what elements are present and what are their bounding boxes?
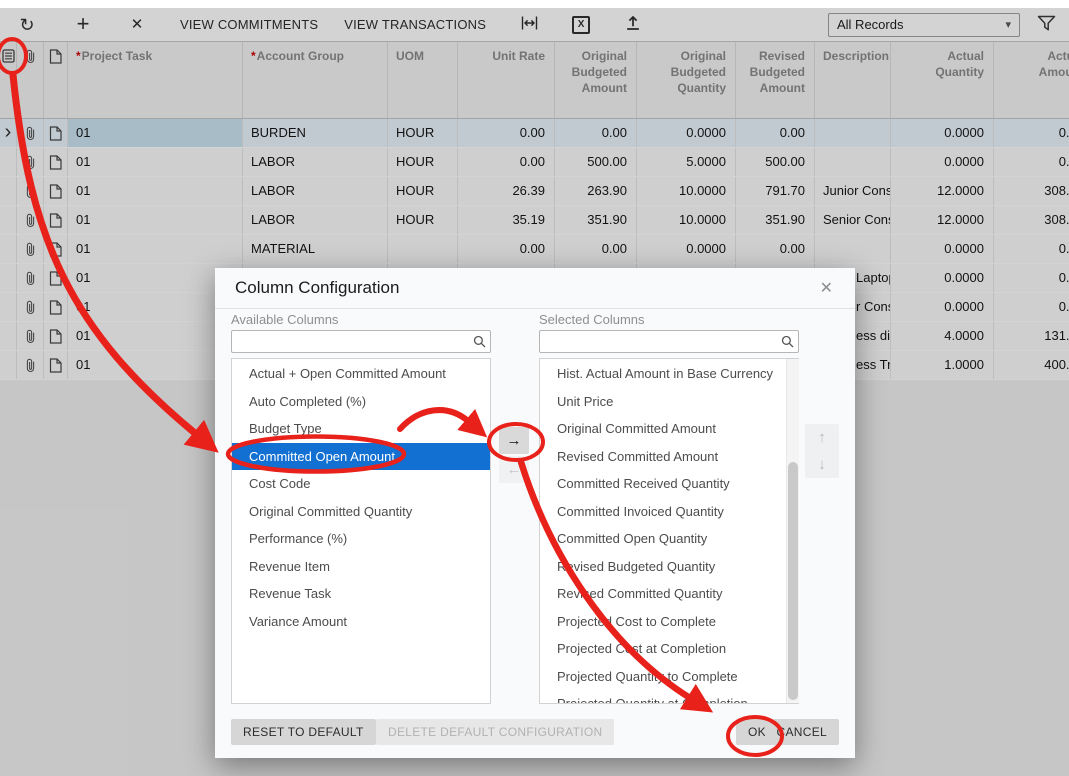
selected-column-item[interactable]: Committed Open Quantity <box>540 525 798 553</box>
move-down-button[interactable]: ↓ <box>805 451 839 478</box>
reset-to-default-button[interactable]: RESET TO DEFAULT <box>231 719 376 745</box>
selected-column-item[interactable]: Committed Received Quantity <box>540 470 798 498</box>
selected-column-item[interactable]: Revised Committed Quantity <box>540 580 798 608</box>
available-column-item[interactable]: Revenue Task <box>232 580 490 608</box>
reorder-buttons: ↑ ↓ <box>805 424 839 478</box>
selected-column-item[interactable]: Revised Committed Amount <box>540 443 798 471</box>
available-column-item[interactable]: Variance Amount <box>232 608 490 636</box>
page-top-strip <box>0 0 1069 8</box>
arrow-left-icon: ← <box>507 461 522 478</box>
available-column-item[interactable]: Actual + Open Committed Amount <box>232 360 490 388</box>
available-column-item[interactable]: Committed Open Amount <box>232 443 490 471</box>
dialog-title: Column Configuration <box>235 278 399 298</box>
selected-search-input[interactable] <box>540 334 776 349</box>
search-icon <box>776 335 798 348</box>
column-configuration-dialog: Column Configuration ✕ Available Columns… <box>215 268 855 758</box>
scrollbar-thumb[interactable] <box>788 462 798 700</box>
move-up-button[interactable]: ↑ <box>805 424 839 451</box>
dialog-close-icon[interactable]: ✕ <box>814 277 839 299</box>
cancel-button[interactable]: CANCEL <box>765 719 839 745</box>
selected-column-item[interactable]: Committed Invoiced Quantity <box>540 498 798 526</box>
selected-column-item[interactable]: Projected Quantity at Completion <box>540 690 798 704</box>
selected-column-item[interactable]: Original Committed Amount <box>540 415 798 443</box>
selected-columns-list: Hist. Actual Amount in Base CurrencyUnit… <box>539 358 799 704</box>
move-right-button[interactable]: → <box>499 427 529 454</box>
available-column-item[interactable]: Cost Code <box>232 470 490 498</box>
available-column-item[interactable]: Performance (%) <box>232 525 490 553</box>
available-column-item[interactable]: Budget Type <box>232 415 490 443</box>
available-columns-list: Actual + Open Committed AmountAuto Compl… <box>231 358 491 704</box>
available-column-item[interactable]: Original Committed Quantity <box>232 498 490 526</box>
available-columns-label: Available Columns <box>231 312 338 327</box>
selected-column-item[interactable]: Projected Cost to Complete <box>540 608 798 636</box>
arrow-up-icon: ↑ <box>818 429 826 446</box>
selected-search <box>539 330 799 353</box>
arrow-down-icon: ↓ <box>818 456 826 473</box>
selected-column-item[interactable]: Unit Price <box>540 388 798 416</box>
available-column-item[interactable]: Auto Completed (%) <box>232 388 490 416</box>
available-column-item[interactable]: Revenue Item <box>232 553 490 581</box>
dialog-header: Column Configuration ✕ <box>215 268 855 309</box>
selected-list-scrollbar[interactable] <box>786 359 799 703</box>
available-search-input[interactable] <box>232 334 468 349</box>
selected-column-item[interactable]: Projected Cost at Completion <box>540 635 798 663</box>
selected-column-item[interactable]: Projected Quantity to Complete <box>540 663 798 691</box>
selected-columns-label: Selected Columns <box>539 312 645 327</box>
delete-default-configuration-button[interactable]: DELETE DEFAULT CONFIGURATION <box>376 719 614 745</box>
move-left-button[interactable]: ← <box>499 456 529 483</box>
selected-column-item[interactable]: Revised Budgeted Quantity <box>540 553 798 581</box>
search-icon <box>468 335 490 348</box>
available-search <box>231 330 491 353</box>
arrow-right-icon: → <box>507 432 522 449</box>
selected-column-item[interactable]: Hist. Actual Amount in Base Currency <box>540 360 798 388</box>
